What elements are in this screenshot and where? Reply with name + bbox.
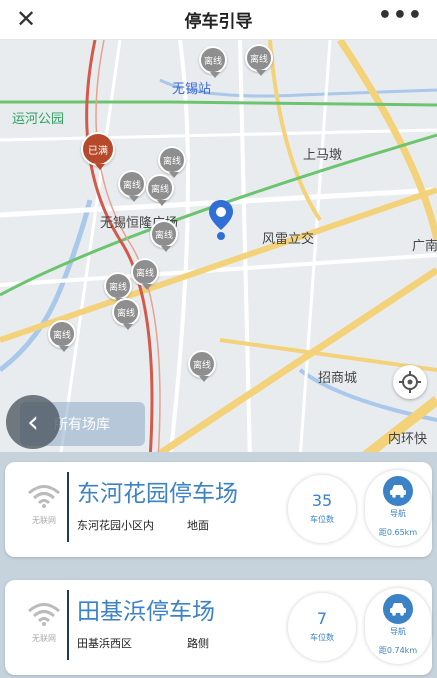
parking-pin-offline[interactable]: 离线: [146, 174, 174, 206]
map-label-park: 运河公园: [12, 112, 65, 127]
chevron-left-icon: ‹: [27, 404, 39, 440]
card-divider: [67, 472, 69, 542]
parking-pin-full[interactable]: 已满: [81, 132, 115, 170]
parking-address: 东河花园小区内: [77, 519, 154, 532]
back-button[interactable]: ‹: [6, 395, 60, 449]
map-view[interactable]: 无锡站 运河公园 无锡恒隆广场 风雷立交 上马墩 招商城 广南 内环快 已满 离…: [0, 40, 437, 460]
map-roads: [0, 40, 437, 460]
navigate-button[interactable]: 导航 距0.74km: [365, 588, 431, 664]
map-label-shangmadun: 上马墩: [303, 148, 343, 163]
car-icon: [383, 476, 413, 506]
page-title: 停车引导: [184, 12, 253, 32]
parking-pin-offline[interactable]: 离线: [131, 258, 159, 290]
parking-pin-offline[interactable]: 离线: [112, 298, 140, 330]
parking-pin-offline[interactable]: 离线: [199, 46, 227, 78]
parking-pin-offline[interactable]: 离线: [118, 170, 146, 202]
spots-count: 7 车位数: [288, 593, 356, 661]
filter-label: 所有场库: [54, 417, 110, 433]
crosshair-icon: [399, 371, 421, 393]
close-icon[interactable]: ✕: [16, 6, 36, 32]
parking-pin-offline[interactable]: 离线: [150, 220, 178, 252]
card-divider: [67, 590, 69, 660]
map-label-station: 无锡站: [172, 82, 212, 97]
wifi-off-icon: 无联网: [25, 484, 63, 526]
current-location-icon: [209, 200, 233, 244]
parking-name: 东河花园停车场: [77, 481, 238, 507]
car-icon: [383, 594, 413, 624]
parking-pin-offline[interactable]: 离线: [158, 146, 186, 178]
map-label-neihuan: 内环快: [388, 432, 428, 447]
locate-me-button[interactable]: [393, 365, 427, 399]
spots-count: 35 车位数: [288, 475, 356, 543]
parking-card[interactable]: 无联网 东河花园停车场 东河花园小区内 地面 35 车位数 导航 距0.65km: [5, 462, 432, 557]
parking-position: 路侧: [187, 637, 209, 650]
map-label-zhaoshang: 招商城: [318, 371, 358, 386]
wifi-off-icon: 无联网: [25, 602, 63, 644]
parking-pin-offline[interactable]: 离线: [104, 272, 132, 304]
top-bar: ✕ 停车引导 •••: [0, 0, 437, 40]
parking-position: 地面: [187, 519, 209, 532]
parking-card[interactable]: 无联网 田基浜停车场 田基浜西区 路侧 7 车位数 导航 距0.74km: [5, 580, 432, 675]
parking-name: 田基浜停车场: [77, 599, 215, 625]
map-label-fenglei: 风雷立交: [262, 232, 315, 247]
parking-pin-offline[interactable]: 离线: [245, 44, 273, 76]
parking-pin-offline[interactable]: 离线: [188, 350, 216, 382]
more-icon[interactable]: •••: [378, 3, 423, 28]
parking-address: 田基浜西区: [77, 637, 132, 650]
parking-pin-offline[interactable]: 离线: [48, 320, 76, 352]
parking-list: 无联网 东河花园停车场 东河花园小区内 地面 35 车位数 导航 距0.65km: [0, 452, 437, 678]
navigate-button[interactable]: 导航 距0.65km: [365, 470, 431, 546]
map-label-guang: 广南: [412, 239, 437, 254]
